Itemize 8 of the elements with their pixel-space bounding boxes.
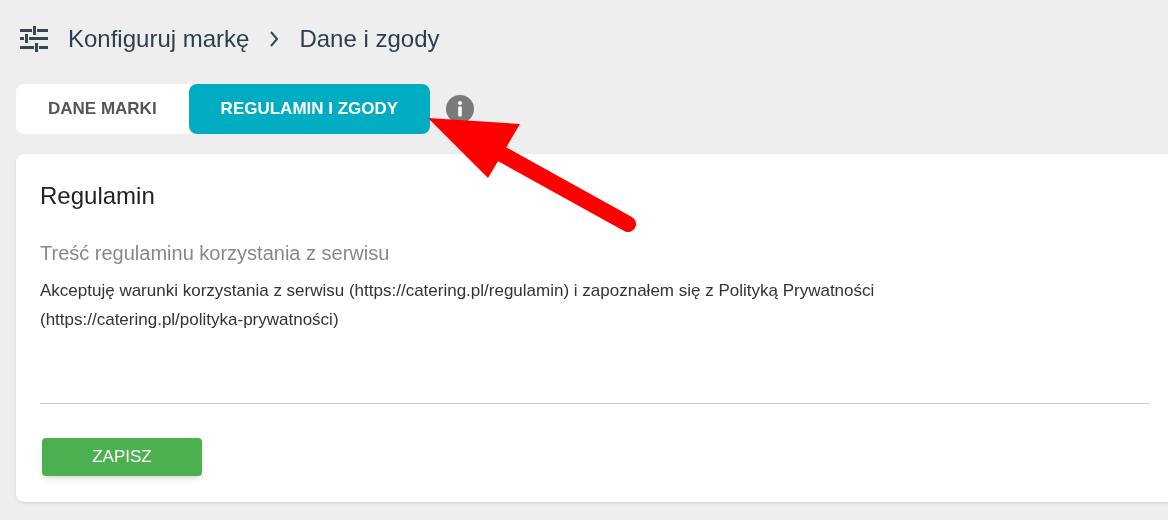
chevron-right-icon: [269, 30, 280, 48]
field-label: Treść regulaminu korzystania z serwisu: [40, 241, 391, 266]
textarea-field[interactable]: Akceptuję warunki korzystania z serwisu (https://catering.pl/regulamin) i zapoznałem się z Polityką Prywatności (https://catering.pl/polityka-prywatności): [40, 276, 1150, 404]
breadcrumb-item: Dane i zgody: [299, 24, 440, 54]
card-title: Regulamin: [40, 182, 156, 210]
sliders-icon: [20, 26, 48, 52]
tab[interactable]: DANE MARKI: [16, 84, 189, 134]
breadcrumb-item[interactable]: Konfiguruj markę: [68, 21, 250, 57]
